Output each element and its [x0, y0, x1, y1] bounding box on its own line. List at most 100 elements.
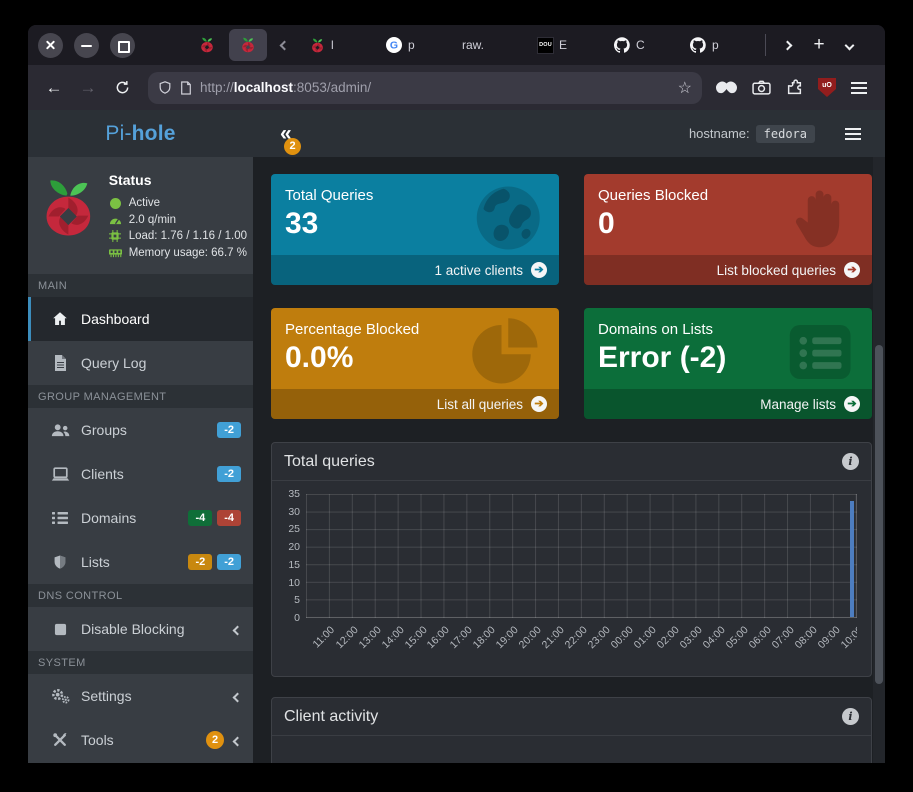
- tab-divider: [765, 34, 766, 56]
- github-favicon: [690, 37, 706, 53]
- page-info-icon[interactable]: [180, 81, 192, 95]
- pihole-logo[interactable]: Pi-hole: [28, 122, 253, 146]
- forward-button[interactable]: →: [72, 73, 104, 103]
- client-activity-chart: [272, 736, 871, 763]
- dou-favicon: DOU: [538, 38, 553, 53]
- ublock-origin-icon[interactable]: uO: [818, 78, 836, 97]
- chevron-right-icon: [782, 40, 792, 50]
- url-bar[interactable]: http://localhost:8053/admin/ ☆: [148, 72, 702, 104]
- container-mask-icon[interactable]: [716, 81, 737, 94]
- window-maximize-button[interactable]: [110, 33, 135, 58]
- status-active: Active: [129, 195, 160, 212]
- bookmark-star-icon[interactable]: ☆: [678, 78, 692, 98]
- list-icon: [49, 511, 71, 525]
- memory-icon: [109, 248, 122, 258]
- svg-text:G: G: [390, 40, 398, 52]
- sidebar-section-dns-control: DNS CONTROL: [28, 584, 253, 607]
- tab-scroll-left-button[interactable]: [271, 31, 297, 59]
- stat-card-domains-on-lists: Domains on Lists Error (-2) Manage lists…: [584, 308, 872, 419]
- sidebar-toggle[interactable]: « 2: [280, 123, 302, 144]
- dashboard-content: Total Queries 33 1 active clients ➔ Quer…: [253, 157, 885, 763]
- google-favicon: G: [386, 37, 402, 53]
- info-icon[interactable]: i: [842, 453, 859, 470]
- tab-pihole-2[interactable]: l: [301, 29, 373, 61]
- tab-google[interactable]: G p: [377, 29, 449, 61]
- sidebar: Status Active 2.0 q/min Load: 1.76 / 1.1…: [28, 157, 253, 763]
- laptop-icon: [49, 467, 71, 482]
- tab-label: p: [408, 38, 415, 52]
- sidebar-item-settings[interactable]: Settings: [28, 674, 253, 718]
- tab-raw[interactable]: raw.: [453, 29, 525, 61]
- pihole-app: Pi-hole « 2 hostname: fedora Status Acti…: [28, 110, 885, 763]
- shield-icon: [49, 554, 71, 570]
- tab-github-2[interactable]: p: [681, 29, 753, 61]
- card-value: 33: [271, 204, 559, 241]
- panel-header: Client activity i: [272, 698, 871, 736]
- tab-strip: l G p raw. DOU E C p +: [189, 25, 885, 65]
- back-button[interactable]: ←: [38, 73, 70, 103]
- tab-pihole-active[interactable]: [229, 29, 267, 61]
- chevron-down-icon: [844, 40, 854, 50]
- card-value: 0.0%: [271, 338, 559, 375]
- sidebar-item-disable-blocking[interactable]: Disable Blocking: [28, 607, 253, 651]
- app-menu-button[interactable]: [839, 119, 867, 149]
- panel-title: Client activity: [284, 708, 378, 726]
- extensions-puzzle-icon[interactable]: [786, 79, 803, 96]
- list-all-tabs-button[interactable]: [834, 30, 864, 60]
- sidebar-item-label: Query Log: [81, 355, 241, 371]
- tracking-shield-icon[interactable]: [158, 80, 172, 95]
- sidebar-item-tools[interactable]: Tools 2: [28, 718, 253, 762]
- tab-label: C: [636, 38, 645, 52]
- card-value: 0: [584, 204, 872, 241]
- domains-allow-badge: -4: [188, 510, 212, 526]
- sidebar-item-label: Lists: [81, 554, 183, 570]
- reload-icon: [115, 80, 130, 95]
- pihole-favicon: [310, 38, 325, 53]
- sidebar-item-label: Settings: [81, 688, 224, 704]
- window-close-button[interactable]: [38, 33, 63, 58]
- all-queries-footer-link[interactable]: List all queries ➔: [271, 389, 559, 419]
- reload-button[interactable]: [106, 73, 138, 103]
- sidebar-item-dashboard[interactable]: Dashboard: [28, 297, 253, 341]
- total-queries-panel: Total queries i 35302520151050 11:0012:0…: [271, 442, 872, 677]
- tab-dou[interactable]: DOU E: [529, 29, 601, 61]
- info-icon[interactable]: i: [842, 708, 859, 725]
- browser-menu-button[interactable]: [851, 78, 867, 98]
- tab-github-1[interactable]: C: [605, 29, 677, 61]
- status-dot-icon: [109, 198, 122, 209]
- total-queries-footer-link[interactable]: 1 active clients ➔: [271, 255, 559, 285]
- panel-header: Total queries i: [272, 443, 871, 481]
- tools-icon: [49, 732, 71, 748]
- window-controls: [38, 33, 135, 58]
- status-memory: Memory usage: 66.7 %: [129, 245, 247, 262]
- sidebar-item-label: Tools: [81, 732, 201, 748]
- tab-scroll-right-button[interactable]: [774, 31, 800, 59]
- page-scrollbar[interactable]: [873, 157, 885, 763]
- total-queries-chart[interactable]: 35302520151050 11:0012:0013:0014:0015:00…: [272, 481, 871, 676]
- new-tab-button[interactable]: +: [804, 30, 834, 60]
- tab-label: l: [331, 38, 334, 52]
- home-icon: [49, 311, 71, 327]
- tools-count-badge: 2: [206, 731, 224, 749]
- chart-plot: [306, 494, 857, 618]
- sidebar-item-domains[interactable]: Domains -4 -4: [28, 496, 253, 540]
- sidebar-item-query-log[interactable]: Query Log: [28, 341, 253, 385]
- pihole-favicon: [240, 37, 256, 53]
- browser-toolbar: ← → http://localhost:8053/admin/ ☆ uO: [28, 65, 885, 110]
- tab-label: raw.: [462, 38, 484, 52]
- app-header: Pi-hole « 2 hostname: fedora: [28, 110, 885, 157]
- tab-label: E: [559, 38, 567, 52]
- window-minimize-button[interactable]: [74, 33, 99, 58]
- client-activity-panel: Client activity i: [271, 697, 872, 763]
- blocked-queries-footer-link[interactable]: List blocked queries ➔: [584, 255, 872, 285]
- chevron-left-icon: [234, 732, 241, 748]
- toolbar-extensions: uO: [716, 78, 867, 98]
- sidebar-item-clients[interactable]: Clients -2: [28, 452, 253, 496]
- sidebar-item-groups[interactable]: Groups -2: [28, 408, 253, 452]
- scrollbar-thumb[interactable]: [875, 345, 883, 684]
- chevron-left-icon: [234, 688, 241, 704]
- screenshot-camera-icon[interactable]: [752, 80, 771, 95]
- tab-pihole-pinned[interactable]: [189, 29, 225, 61]
- sidebar-item-lists[interactable]: Lists -2 -2: [28, 540, 253, 584]
- manage-lists-footer-link[interactable]: Manage lists ➔: [584, 389, 872, 419]
